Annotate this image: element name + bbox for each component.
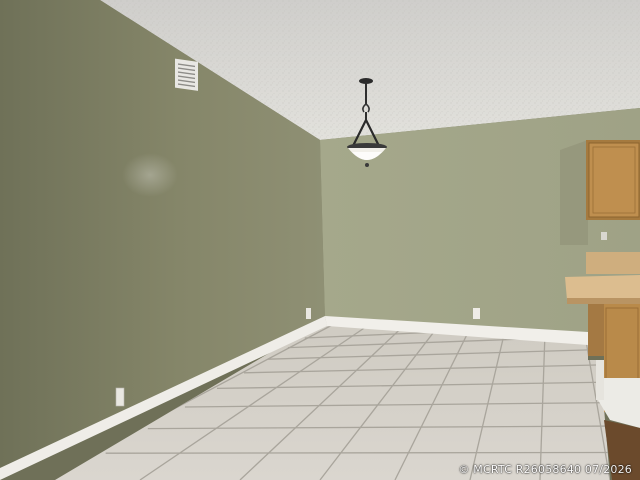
wall-light-reflection xyxy=(122,153,178,197)
upper-cabinet xyxy=(586,140,640,220)
cabinet-shadow xyxy=(560,140,588,245)
wall-outlet-kitchen xyxy=(601,232,607,240)
photo-watermark: © MCRTC R26058640 07/2026 xyxy=(458,463,632,476)
room-photo: © MCRTC R26058640 07/2026 xyxy=(0,0,640,480)
wall-outlet-left xyxy=(115,387,125,407)
grout-line xyxy=(105,451,610,454)
room-illustration xyxy=(0,0,640,480)
wall-outlet-corner xyxy=(306,308,311,319)
wall-outlet-back xyxy=(473,308,480,319)
